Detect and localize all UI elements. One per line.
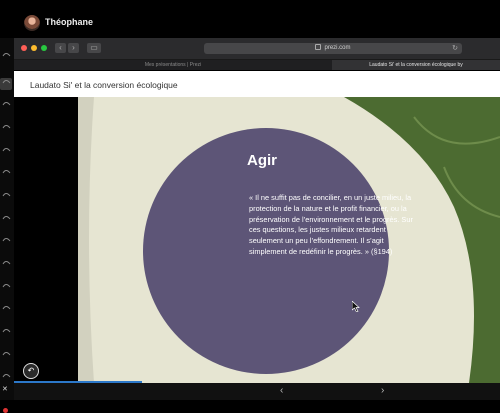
tab-mes-presentations[interactable]: Mes présentations | Prezi xyxy=(14,60,332,70)
minimize-window-icon[interactable] xyxy=(31,45,37,51)
mic-icon[interactable] xyxy=(2,304,11,310)
meeting-sidebar xyxy=(0,38,14,413)
mic-icon[interactable] xyxy=(2,259,11,265)
back-to-overview-button[interactable]: ↶ xyxy=(23,363,39,379)
maximize-window-icon[interactable] xyxy=(41,45,47,51)
mic-icon[interactable] xyxy=(2,168,11,174)
leave-meeting-icon[interactable]: ✕ xyxy=(2,385,8,393)
previous-slide-button[interactable]: ‹ xyxy=(280,385,283,396)
presentation-header: Laudato Si' et la conversion écologique xyxy=(14,71,500,98)
meeting-top-bar: Théophane xyxy=(0,0,500,38)
lock-icon xyxy=(315,44,322,51)
mic-icon[interactable] xyxy=(2,51,11,57)
back-nav-button[interactable]: ‹ xyxy=(55,43,66,53)
record-indicator-icon xyxy=(3,408,8,413)
participant-name: Théophane xyxy=(45,17,94,27)
mic-icon[interactable] xyxy=(2,327,11,333)
address-bar-text: prezi.com xyxy=(324,45,351,51)
mouse-cursor-icon xyxy=(351,299,360,317)
browser-tab-strip: Mes présentations | Prezi Laudato Si' et… xyxy=(14,60,500,70)
mic-icon[interactable] xyxy=(2,123,11,129)
mic-icon[interactable] xyxy=(2,236,11,242)
avatar[interactable] xyxy=(24,15,40,31)
mic-icon[interactable] xyxy=(2,372,11,378)
mic-icon[interactable] xyxy=(2,282,11,288)
mic-icon[interactable] xyxy=(2,100,11,106)
close-window-icon[interactable] xyxy=(21,45,27,51)
forward-nav-button[interactable]: › xyxy=(68,43,79,53)
presentation-title: Laudato Si' et la conversion écologique xyxy=(30,80,178,90)
reload-icon[interactable]: ↻ xyxy=(452,43,458,54)
mic-icon[interactable] xyxy=(2,78,11,84)
slide-quote: « Il ne suffit pas de concilier, en un j… xyxy=(249,193,413,256)
mic-icon[interactable] xyxy=(2,350,11,356)
presentation-progress-bar xyxy=(14,381,142,383)
mic-icon[interactable] xyxy=(2,191,11,197)
slide-heading: Agir xyxy=(247,152,277,169)
tab-laudato-si[interactable]: Laudato Si' et la conversion écologique … xyxy=(332,60,500,70)
next-slide-button[interactable]: › xyxy=(381,385,384,396)
address-bar[interactable]: prezi.com ↻ xyxy=(204,43,462,54)
sidebar-toggle-icon[interactable]: ▭ xyxy=(87,43,101,53)
mic-icon[interactable] xyxy=(2,214,11,220)
mic-icon[interactable] xyxy=(2,146,11,152)
browser-toolbar: ‹ › ▭ prezi.com ↻ xyxy=(14,38,500,60)
presentation-controls xyxy=(14,383,500,400)
